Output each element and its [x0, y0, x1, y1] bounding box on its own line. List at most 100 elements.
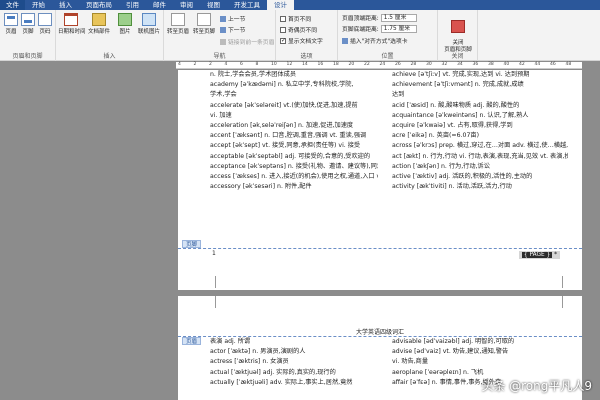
ruler-tick-label: 42	[519, 62, 525, 67]
insert-align-tab-button[interactable]: 插入"对齐方式"选项卡	[342, 36, 408, 45]
ruler-tick-label: 20	[348, 62, 355, 67]
header-title[interactable]: 大学英语四级词汇	[178, 327, 582, 336]
ruler-tick-label: 16	[317, 62, 324, 67]
link-icon	[220, 38, 226, 45]
tab-5[interactable]: 邮件	[146, 0, 173, 10]
text-line[interactable]: 表演 adj. 所谓	[210, 337, 378, 347]
group-label-navigation: 导航	[213, 53, 226, 60]
text-line[interactable]: achieve [əˈtʃiːv] vt. 完成,实现,达到 vi. 达到预期	[392, 70, 568, 80]
header-icon	[4, 13, 18, 26]
text-line[interactable]: advise [ədˈvaiz] vt. 劝告,建议,通知,警告	[392, 347, 568, 357]
align-tab-icon	[342, 37, 348, 44]
text-line[interactable]: acquaintance [əˈkweintəns] n. 认识,了解,熟人	[392, 111, 568, 121]
text-line[interactable]: across [əˈkrɔs] prep. 横过,穿过,在…对面 adv. 横过…	[392, 141, 568, 151]
text-line[interactable]: vi. 劝告,商量	[392, 357, 568, 367]
margin-corner	[562, 296, 568, 308]
arrow-up-icon	[220, 15, 226, 22]
group-position: 页眉顶端距离: 1.5 厘米 页脚底端距离: 1.75 厘米 插入"对齐方式"选…	[338, 10, 438, 61]
doc-parts-button[interactable]: 文档部件	[86, 13, 112, 35]
text-line[interactable]: academy [əˈkædəmi] n. 私立中学,专科院校,学院,	[210, 80, 378, 90]
footer-from-bottom-input[interactable]: 1.75 厘米	[380, 24, 417, 33]
page2-left-column: 表演 adj. 所谓 actor [ˈæktə] n. 男演员,演剧的人 actre…	[210, 337, 378, 388]
tab-7[interactable]: 视图	[200, 0, 227, 10]
text-line[interactable]: acquire [əˈkwaiə] vt. 占有,取得,获得,学到	[392, 121, 568, 131]
page-field-code: { PAGE }	[522, 252, 553, 258]
group-close: 关闭 页眉和页脚 关闭	[438, 10, 478, 61]
page1-right-column: achieve [əˈtʃiːv] vt. 完成,实现,达到 vi. 达到预期 a…	[392, 70, 568, 192]
tab-1[interactable]: 开始	[25, 0, 52, 10]
footer-from-bottom-field: 页脚底端距离: 1.75 厘米	[342, 24, 417, 33]
ribbon: 页眉 页脚 页码 页眉和页脚 日期和时间 文档部件 图片 联机图片 插入 转至页…	[0, 10, 600, 61]
next-section-button[interactable]: 下一节	[220, 25, 245, 34]
goto-header-button[interactable]: 转至页眉	[166, 13, 190, 35]
text-line[interactable]: act [ækt] n. 行为,行动 vi. 行动,表演,表现,充当,见效 vt…	[392, 152, 568, 162]
group-label-options: 选项	[300, 53, 313, 60]
footer-boundary	[178, 248, 582, 249]
text-line[interactable]: accessory [əkˈsesəri] n. 附件,配件	[210, 182, 378, 192]
text-line[interactable]: achievement [əˈtʃiːvmənt] n. 完成,成就,成绩	[392, 80, 568, 90]
ruler-tick-label: 44	[534, 62, 541, 67]
group-header-footer: 页眉 页脚 页码 页眉和页脚	[0, 10, 56, 61]
odd-even-checkbox[interactable]: 奇偶页不同	[280, 25, 317, 34]
text-line[interactable]: 学术,学会	[210, 90, 378, 100]
text-line[interactable]: accept [əkˈsept] vt. 接受,同意,承担(责任等) vi. 接…	[210, 141, 378, 151]
text-line[interactable]: access [ˈækses] n. 进入,接近(的机会),使用之权,通道,入口…	[210, 172, 378, 182]
tab-0[interactable]: 文件	[0, 0, 25, 10]
ruler-tick-label: 4	[178, 62, 181, 67]
ruler-tick-label: 22	[364, 62, 370, 67]
document-page[interactable]: n. 院士,学会会员,学术团体成员 academy [əˈkædəmi] n. 私…	[178, 70, 582, 290]
page-field[interactable]: { PAGE } *	[519, 251, 560, 259]
text-line[interactable]: vi. 加速	[210, 111, 378, 121]
ruler-tick-label: 38	[488, 62, 494, 67]
ruler-tick-label: 48	[565, 62, 572, 67]
text-line[interactable]: action [ˈækʃən] n. 行为,行动,诉讼	[392, 162, 568, 172]
margin-corner	[562, 276, 568, 288]
tab-6[interactable]: 审阅	[173, 0, 200, 10]
text-line[interactable]: actor [ˈæktə] n. 男演员,演剧的人	[210, 347, 378, 357]
text-line[interactable]: accelerate [əkˈseləreit] vt.(使)加快,促进,加速,…	[210, 101, 378, 111]
checkbox-unchecked-icon	[280, 15, 286, 22]
online-picture-button[interactable]: 联机图片	[136, 13, 162, 35]
close-header-footer-button[interactable]: 关闭 页眉和页脚	[442, 13, 474, 53]
tab-9[interactable]: 设计	[267, 0, 294, 10]
text-line[interactable]: accent [ˈæksənt] n. 口音,腔调,重音,强调 vt. 重读,强…	[210, 131, 378, 141]
link-previous-button[interactable]: 链接到前一条页眉	[220, 37, 274, 46]
different-first-checkbox[interactable]: 首页不同	[280, 14, 311, 23]
arrow-down-icon	[220, 26, 226, 33]
tab-3[interactable]: 页面布局	[79, 0, 119, 10]
ruler-tick-label: 32	[441, 62, 448, 67]
text-line[interactable]: advisable [ədˈvaizəbl] adj. 明智的,可取的	[392, 337, 568, 347]
text-line[interactable]: acre [ˈeikə] n. 英亩(=6.07亩)	[392, 131, 568, 141]
horizontal-ruler[interactable]: 4 2 2 4 6 8 10 12 14 16 18 20 22 24 26 28 30 32 34 36 38 40 42…	[176, 62, 582, 69]
text-line[interactable]: acceptable [əkˈseptəbl] adj. 可接受的,合意的,受欢…	[210, 152, 378, 162]
goto-footer-button[interactable]: 转至页脚	[192, 13, 216, 35]
tab-2[interactable]: 插入	[52, 0, 79, 10]
date-time-button[interactable]: 日期和时间	[58, 13, 86, 35]
text-line[interactable]: acceleration [əkˌseləˈreiʃən] n. 加速,促进,加…	[210, 121, 378, 131]
header-from-top-input[interactable]: 1.5 厘米	[380, 13, 417, 22]
text-line[interactable]: acid [ˈæsid] n. 酸,酸味物质 adj. 酸的,酸性的	[392, 101, 568, 111]
tab-4[interactable]: 引用	[119, 0, 146, 10]
picture-button[interactable]: 图片	[114, 13, 136, 35]
text-line[interactable]: actual [ˈæktjuəl] adj. 实际的,真实的,现行的	[210, 368, 378, 378]
text-line[interactable]: activity [ækˈtiviti] n. 活动,活跃,活力,行动	[392, 182, 568, 192]
text-line[interactable]: 达到	[392, 90, 568, 100]
goto-header-icon	[171, 13, 185, 26]
text-line[interactable]: actually [ˈæktjuəli] adv. 实际上,事实上,居然,竟然	[210, 378, 378, 388]
tab-8[interactable]: 开发工具	[227, 0, 267, 10]
ruler-tick-label: 26	[395, 62, 401, 67]
ruler-tick-label: 2	[209, 62, 212, 67]
ruler-tick-label: 34	[457, 62, 463, 67]
group-insert: 日期和时间 文档部件 图片 联机图片 插入	[56, 10, 164, 61]
text-line[interactable]: n. 院士,学会会员,学术团体成员	[210, 70, 378, 80]
text-line[interactable]: actress [ˈæktris] n. 女演员	[210, 357, 378, 367]
text-line[interactable]: acceptance [əkˈseptəns] n. 接受(礼物、邀请、建议等)…	[210, 162, 378, 172]
show-doc-text-checkbox[interactable]: ✓ 显示文档文字	[280, 36, 323, 45]
ruler-tick-label: 12	[286, 62, 293, 67]
text-line[interactable]: active [ˈæktiv] adj. 活跃的,积极的,活性的,主动的	[392, 172, 568, 182]
footer-text[interactable]: 1	[212, 250, 216, 257]
ruler-tick-label: 18	[333, 62, 339, 67]
page-number-button[interactable]: 页码	[34, 13, 56, 35]
previous-section-button[interactable]: 上一节	[220, 14, 245, 23]
watermark: 头条 @rong平凡人9	[481, 379, 592, 393]
